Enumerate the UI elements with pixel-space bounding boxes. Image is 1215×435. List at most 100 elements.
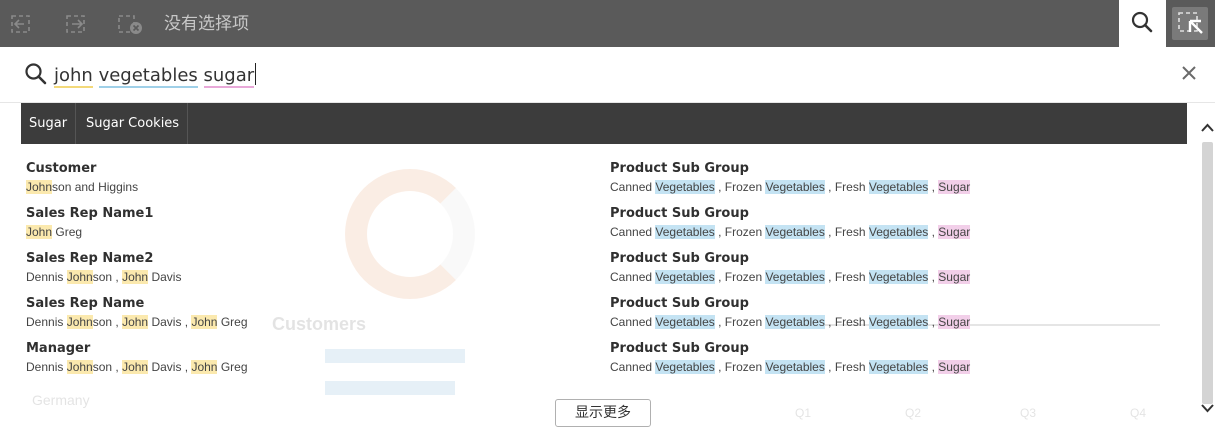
background-quarter: Q4 — [1130, 406, 1147, 420]
value-text: , — [928, 315, 939, 329]
value-text: son , — [92, 315, 123, 329]
value-text: Dennis — [26, 270, 67, 284]
step-forward-icon[interactable] — [65, 13, 87, 35]
highlighted-match: Vegetables — [655, 225, 715, 239]
highlighted-match: Vegetables — [765, 180, 825, 194]
selection-status: 没有选择项 — [164, 14, 249, 34]
suggestion-bar: Sugar Sugar Cookies — [21, 103, 1187, 144]
value-text: Davis , — [148, 360, 192, 374]
value-text: Canned — [610, 225, 656, 239]
result-values: Canned Vegetables , Frozen Vegetables , … — [610, 358, 971, 376]
background-bar — [325, 381, 455, 395]
show-more-button[interactable]: 显示更多 — [555, 399, 651, 427]
value-text: , Frozen — [714, 315, 766, 329]
result-field-name: Manager — [26, 341, 91, 356]
background-country: Germany — [32, 392, 90, 408]
highlighted-match: John — [66, 270, 93, 284]
highlighted-match: Vegetables — [868, 225, 929, 239]
value-text: Davis — [148, 270, 182, 284]
highlighted-match: John — [122, 315, 149, 329]
highlighted-match: John — [191, 360, 218, 374]
result-values: Dennis Johnson , John Davis — [26, 268, 248, 286]
scroll-up-icon[interactable] — [1200, 118, 1215, 138]
result-values: Canned Vegetables , Frozen Vegetables , … — [610, 268, 971, 286]
highlighted-match: John — [26, 225, 53, 239]
result-field-name: Product Sub Group — [610, 251, 749, 266]
highlighted-match: Vegetables — [868, 315, 929, 329]
query-word-vegetables: vegetables — [98, 65, 198, 88]
text-cursor — [255, 63, 257, 85]
highlighted-match: Sugar — [938, 315, 971, 329]
value-text: Canned — [610, 360, 656, 374]
value-text: Canned — [610, 180, 656, 194]
result-values: Dennis Johnson , John Davis , John Greg — [26, 313, 248, 331]
value-text: Dennis — [26, 315, 67, 329]
search-button[interactable] — [1119, 0, 1166, 47]
results-left-column: Customer Johnson and Higgins Sales Rep Nam… — [26, 160, 248, 385]
result-item[interactable]: Product Sub Group Canned Vegetables , Fro… — [610, 160, 971, 205]
result-field-name: Product Sub Group — [610, 296, 749, 311]
query-word-john: john — [54, 65, 93, 88]
highlighted-match: Vegetables — [868, 180, 929, 194]
result-field-name: Product Sub Group — [610, 206, 749, 221]
close-icon[interactable] — [1179, 63, 1199, 83]
lasso-select-icon — [1178, 12, 1203, 34]
highlighted-match: John — [122, 360, 149, 374]
results-right-column: Product Sub Group Canned Vegetables , Fro… — [610, 160, 971, 385]
lasso-select-button[interactable] — [1172, 7, 1208, 40]
step-back-icon[interactable] — [10, 13, 32, 35]
scrollbar-thumb[interactable] — [1202, 142, 1213, 404]
highlighted-match: Sugar — [938, 225, 971, 239]
value-text: Canned — [610, 315, 656, 329]
highlighted-match: Vegetables — [868, 270, 929, 284]
result-values: John Greg — [26, 223, 248, 241]
result-item[interactable]: Product Sub Group Canned Vegetables , Fro… — [610, 295, 971, 340]
search-icon — [24, 62, 48, 91]
value-text: , — [928, 270, 939, 284]
value-text: Greg — [52, 225, 83, 239]
result-item[interactable]: Product Sub Group Canned Vegetables , Fro… — [610, 340, 971, 385]
result-values: Dennis Johnson , John Davis , John Greg — [26, 358, 248, 376]
value-text: , Fresh — [824, 225, 869, 239]
query-word-sugar: sugar — [203, 65, 255, 88]
value-text: , Fresh — [824, 315, 869, 329]
result-field-name: Sales Rep Name1 — [26, 206, 154, 221]
result-item[interactable]: Product Sub Group Canned Vegetables , Fro… — [610, 205, 971, 250]
value-text: Greg — [217, 360, 248, 374]
result-item[interactable]: Manager Dennis Johnson , John Davis , Joh… — [26, 340, 248, 385]
value-text: son and Higgins — [52, 180, 139, 194]
highlighted-match: Sugar — [938, 360, 971, 374]
result-values: Canned Vegetables , Frozen Vegetables , … — [610, 223, 971, 241]
highlighted-match: Vegetables — [655, 180, 715, 194]
suggestion-chip[interactable]: Sugar — [21, 103, 77, 144]
background-quarter: Q1 — [795, 406, 812, 420]
highlighted-match: John — [26, 180, 53, 194]
result-field-name: Product Sub Group — [610, 341, 749, 356]
highlighted-match: Vegetables — [655, 315, 715, 329]
result-field-name: Sales Rep Name2 — [26, 251, 154, 266]
result-item[interactable]: Product Sub Group Canned Vegetables , Fro… — [610, 250, 971, 295]
value-text: son , — [92, 270, 123, 284]
result-item[interactable]: Sales Rep Name1 John Greg — [26, 205, 248, 250]
value-text: , Frozen — [714, 360, 766, 374]
highlighted-match: Vegetables — [765, 225, 825, 239]
highlighted-match: Vegetables — [765, 270, 825, 284]
result-item[interactable]: Sales Rep Name2 Dennis Johnson , John Dav… — [26, 250, 248, 295]
highlighted-match: John — [66, 315, 93, 329]
scroll-down-icon[interactable] — [1200, 398, 1215, 418]
highlighted-match: John — [191, 315, 218, 329]
value-text: , Frozen — [714, 180, 766, 194]
value-text: , Fresh — [824, 270, 869, 284]
search-input[interactable]: john vegetables sugar — [54, 63, 257, 88]
background-title: Customers — [272, 314, 367, 334]
background-quarter: Q3 — [1020, 406, 1037, 420]
clear-selections-icon[interactable] — [117, 13, 142, 35]
result-field-name: Customer — [26, 161, 97, 176]
highlighted-match: Vegetables — [655, 270, 715, 284]
value-text: , — [928, 225, 939, 239]
value-text: , Fresh — [824, 360, 869, 374]
result-item[interactable]: Customer Johnson and Higgins — [26, 160, 248, 205]
suggestion-chip[interactable]: Sugar Cookies — [78, 103, 189, 144]
value-text: , Frozen — [714, 225, 766, 239]
result-item[interactable]: Sales Rep Name Dennis Johnson , John Davi… — [26, 295, 248, 340]
